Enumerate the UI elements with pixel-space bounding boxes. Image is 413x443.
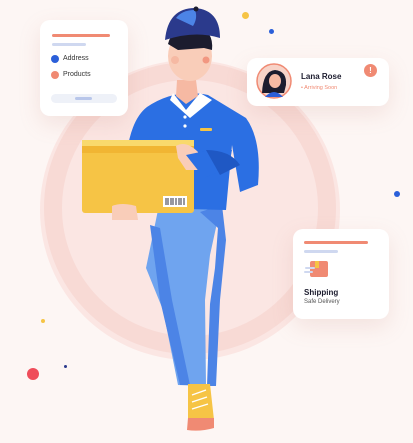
delivery-person (82, 6, 259, 431)
delivery-illustration: Address Products Lana Rose • Arriving So… (0, 0, 413, 443)
